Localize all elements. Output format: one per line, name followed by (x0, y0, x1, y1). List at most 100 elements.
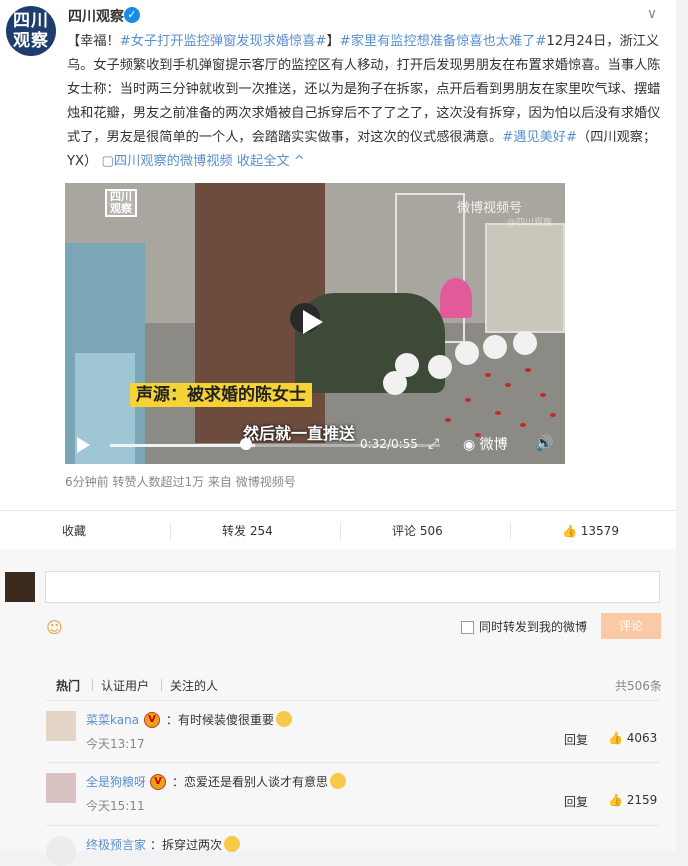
tab-separator (92, 679, 93, 691)
author-name[interactable]: 四川观察 (68, 6, 124, 26)
comment-avatar[interactable] (46, 711, 76, 741)
post-text-segment: 12月24日，浙江义乌。女子频繁收到手机弹窗提示客厅的监控区有人移动，打开后发现… (67, 34, 661, 145)
video-time: 0:32/0:55 (360, 437, 418, 451)
video-logo-text-2: 观察 (110, 202, 132, 215)
comment-avatar[interactable] (46, 836, 76, 866)
vip-badge-icon: V (144, 712, 160, 728)
submit-comment-button[interactable]: 评论 (601, 613, 661, 639)
repost-checkbox[interactable] (461, 621, 474, 634)
scrollbar[interactable] (676, 0, 688, 851)
comment-avatar[interactable] (46, 773, 76, 803)
video-scene-dog-cage (485, 223, 565, 333)
verified-badge-icon: ✓ (124, 7, 140, 23)
action-bar: 收藏 转发 254 评论 506 👍 13579 (0, 512, 676, 550)
comment-username[interactable]: 菜菜kana (86, 711, 139, 728)
fullscreen-icon[interactable]: ⤢ (428, 436, 439, 452)
comment-like-count: 2159 (626, 793, 658, 807)
comment-button[interactable]: 评论 506 (392, 512, 443, 550)
petal (525, 368, 531, 372)
thumbs-up-icon: 👍 (562, 524, 577, 538)
comment-text-content: ：有时候装傻很重要 (166, 713, 275, 727)
video-subtitle: 然后就一直推送 (243, 424, 356, 443)
laugh-emoji-icon (224, 836, 241, 852)
post-menu-chevron-icon[interactable]: ∨ (642, 6, 662, 26)
petal (505, 383, 511, 387)
petal (495, 411, 501, 415)
petal (550, 413, 556, 417)
comment-like-count: 4063 (626, 731, 658, 745)
avatar-text-2: 观察 (13, 31, 49, 51)
repost-label[interactable]: 同时转发到我的微博 (479, 618, 587, 635)
post-link[interactable]: #家里有监控想准备惊喜也太难了# (340, 34, 547, 49)
post-link[interactable]: #遇见美好# (502, 130, 577, 145)
petal (485, 373, 491, 377)
reply-button[interactable]: 回复 (564, 793, 588, 810)
volume-icon[interactable]: 🔊 (535, 434, 554, 452)
collect-button[interactable]: 收藏 (62, 512, 86, 550)
action-separator (170, 522, 171, 540)
weibo-post-card: 四川 观察 四川观察 ✓ ∨ 【幸福！#女子打开监控弹窗发现求婚惊喜#】#家里有… (0, 0, 676, 866)
weibo-logo: ◉ 微博 (463, 437, 508, 453)
progress-played[interactable] (110, 444, 255, 447)
petal (465, 398, 471, 402)
video-watermark-sub: @四川观察 (507, 218, 553, 228)
action-separator (510, 522, 511, 540)
comment-total: 共506条 (615, 679, 662, 693)
petal (445, 418, 451, 422)
emoji-picker-icon[interactable]: ☺ (46, 619, 64, 637)
repost-button[interactable]: 转发 254 (222, 512, 273, 550)
avatar-text-1: 四川 (13, 11, 49, 31)
comment-time: 今天15:11 (86, 799, 145, 813)
tab-separator (161, 679, 162, 691)
video-watermark: 微博视频号 (457, 201, 523, 216)
post-text: 【幸福！#女子打开监控弹窗发现求婚惊喜#】#家里有监控想准备惊喜也太难了#12月… (67, 30, 667, 174)
balloon (483, 335, 507, 359)
video-scene-stool (440, 278, 472, 318)
post-link[interactable]: #女子打开监控弹窗发现求婚惊喜# (120, 34, 327, 49)
post-link[interactable]: ▢四川观察的微博视频 (97, 154, 232, 169)
weibo-brand-text: 微博 (479, 437, 508, 453)
comment-text-content: ：拆穿过两次 (150, 838, 223, 852)
petal (520, 423, 526, 427)
comment-text: ：有时候装傻很重要 (166, 711, 293, 728)
like-button[interactable]: 👍 13579 (562, 512, 619, 550)
comment-time: 今天13:17 (86, 737, 145, 751)
tab-hot[interactable]: 热门 (56, 677, 80, 694)
divider (46, 700, 660, 701)
play-overlay-icon[interactable] (297, 307, 327, 337)
action-separator (340, 522, 341, 540)
post-link[interactable]: 收起全文 ^ (233, 154, 305, 169)
video-player[interactable]: 四川 观察 微博视频号 @四川观察 声源：被求婚的陈女士 然后就一直推送 0:3… (65, 183, 565, 464)
comment-username[interactable]: 全是狗粮呀 (86, 773, 146, 790)
thumbs-up-icon: 👍 (608, 731, 623, 745)
my-avatar[interactable] (5, 572, 35, 602)
play-button-icon[interactable] (75, 436, 91, 454)
reply-button[interactable]: 回复 (564, 731, 588, 748)
comment-text-content: ：恋爱还是看别人谈才有意思 (172, 775, 329, 789)
laugh-emoji-icon (276, 711, 293, 727)
petal (540, 393, 546, 397)
tab-following[interactable]: 关注的人 (170, 677, 218, 694)
video-caption: 声源：被求婚的陈女士 (130, 383, 312, 407)
comment-text: ：恋爱还是看别人谈才有意思 (172, 773, 347, 790)
post-meta: 6分钟前 转赞人数超过1万 来自 微博视频号 (65, 475, 296, 489)
divider (46, 762, 660, 763)
divider (46, 825, 660, 826)
post-text-segment: 【幸福！ (67, 34, 120, 49)
like-count: 13579 (580, 524, 619, 538)
balloon (513, 331, 537, 355)
comment-like-button[interactable]: 👍 2159 (608, 793, 657, 807)
author-avatar[interactable]: 四川 观察 (6, 6, 56, 56)
comment-text: ：拆穿过两次 (150, 836, 241, 853)
video-channel-logo: 四川 观察 (105, 189, 137, 217)
comment-username[interactable]: 终极预言家 (86, 836, 146, 853)
balloon (383, 371, 407, 395)
divider (0, 510, 676, 511)
progress-knob[interactable] (240, 438, 252, 450)
comment-input[interactable] (45, 571, 660, 603)
vip-badge-icon: V (150, 774, 166, 790)
tab-verified[interactable]: 认证用户 (101, 677, 149, 694)
comment-like-button[interactable]: 👍 4063 (608, 731, 657, 745)
cry-emoji-icon (330, 773, 347, 789)
thumbs-up-icon: 👍 (608, 793, 623, 807)
